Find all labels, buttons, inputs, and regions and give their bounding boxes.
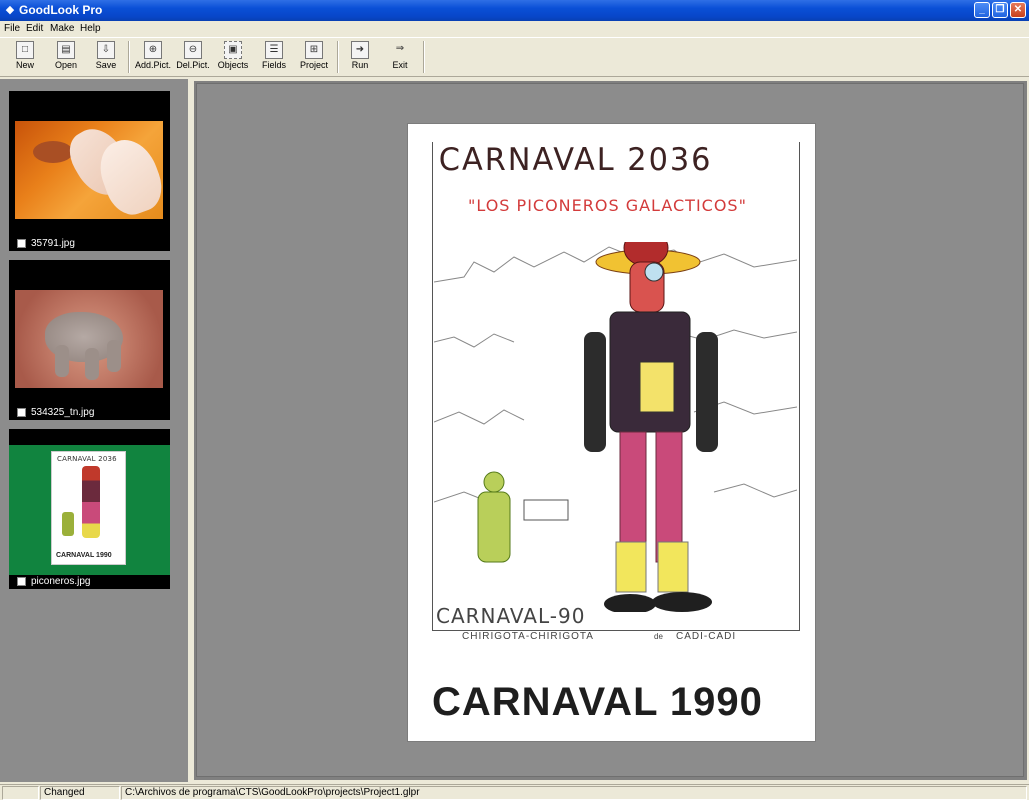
thumbnail-checkbox[interactable] [17,577,26,586]
close-button[interactable]: ✕ [1010,2,1026,18]
toolbar: □ New ▤ Open ⇩ Save ⊕ Add.Pict. ⊖ Del.Pi… [0,37,1029,77]
poster-preview[interactable]: CARNAVAL 2036 "LOS PICONEROS GALACTICOS"… [408,124,815,741]
delete-picture-icon: ⊖ [184,41,202,59]
poster-cadi: CADI-CADI [676,631,737,642]
toolbar-separator [128,41,130,73]
project-label: Project [299,60,328,70]
thumbnail-filename: 534325_tn.jpg [31,407,95,418]
exit-arrow-icon: ⇒ [395,43,405,54]
add-picture-button[interactable]: ⊕ Add.Pict. [134,40,172,74]
open-folder-icon: ▤ [57,41,75,59]
objects-icon: ▣ [224,41,242,59]
project-tree-icon: ⊞ [305,41,323,59]
thumbnail-elephant-image [15,290,163,388]
thumbnail-poster-image: CARNAVAL 2036 CARNAVAL 1990 [51,451,126,565]
fields-label: Fields [261,60,286,70]
project-button[interactable]: ⊞ Project [297,40,331,74]
objects-label: Objects [217,60,249,70]
run-label: Run [351,60,369,70]
thumbnail-filename: 35791.jpg [31,238,75,249]
poster-chirigota: CHIRIGOTA-CHIRIGOTA [462,631,594,642]
poster-heading: CARNAVAL 2036 [438,142,713,178]
add-picture-icon: ⊕ [144,41,162,59]
thumbnail-hands-image [15,119,170,222]
status-bar: Changed C:\Archivos de programa\CTS\Good… [0,784,1029,800]
menu-edit[interactable]: Edit [26,23,43,35]
mini-poster-title: CARNAVAL 2036 [57,455,117,463]
run-button[interactable]: ➜ Run [345,40,375,74]
save-button[interactable]: ⇩ Save [91,40,121,74]
status-project-path: C:\Archivos de programa\CTS\GoodLookPro\… [121,786,1027,800]
menu-bar: File Edit Make Help [0,21,1029,37]
fields-icon: ☰ [265,41,283,59]
app-diamond-icon[interactable]: ◆ [3,3,17,17]
thumbnail-item[interactable]: 35791.jpg [9,91,170,251]
fields-button[interactable]: ☰ Fields [259,40,289,74]
poster-de: de [654,632,663,641]
thumbnail-panel[interactable]: 35791.jpg 534325_tn.jpg CARNAVAL 2036 CA… [0,79,190,782]
thumbnail-item[interactable]: 534325_tn.jpg [9,260,170,420]
thumbnail-caption: piconeros.jpg [9,575,170,589]
menu-make[interactable]: Make [50,23,74,35]
poster-subheading: "LOS PICONEROS GALACTICOS" [468,196,747,215]
save-label: Save [95,60,117,70]
thumbnail-header [9,91,170,107]
poster-bottom-title: CARNAVAL 1990 [432,680,763,724]
poster-illustration [434,242,797,612]
menu-file[interactable]: File [4,23,20,35]
status-state: Changed [40,786,120,800]
title-bar: ◆ GoodLook Pro _ ❐ ✕ [0,0,1029,21]
delete-picture-button[interactable]: ⊖ Del.Pict. [175,40,211,74]
status-panel-empty [2,786,39,800]
add-picture-label: Add.Pict. [134,60,172,70]
mini-poster-footer: CARNAVAL 1990 [56,552,112,559]
objects-button[interactable]: ▣ Objects [216,40,250,74]
exit-label: Exit [392,60,408,70]
run-arrow-icon: ➜ [351,41,369,59]
thumbnail-image-box[interactable] [9,276,170,406]
thumbnail-checkbox[interactable] [17,408,26,417]
thumbnail-caption: 534325_tn.jpg [9,406,170,420]
thumbnail-filename: piconeros.jpg [31,576,91,587]
exit-button[interactable]: ⇒ Exit [385,40,415,74]
thumbnail-header [9,429,170,445]
toolbar-separator [337,41,339,73]
thumbnail-caption: 35791.jpg [9,237,170,251]
thumbnail-header [9,260,170,276]
new-label: New [15,60,34,70]
open-button[interactable]: ▤ Open [51,40,81,74]
minimize-button[interactable]: _ [974,2,990,18]
menu-help[interactable]: Help [80,23,101,35]
new-button[interactable]: □ New [10,40,40,74]
open-label: Open [54,60,78,70]
restore-button[interactable]: ❐ [992,2,1008,18]
new-document-icon: □ [16,41,34,59]
delete-picture-label: Del.Pict. [176,60,210,70]
save-download-icon: ⇩ [97,41,115,59]
poster-carnaval-90: CARNAVAL-90 [436,604,586,628]
thumbnail-checkbox[interactable] [17,239,26,248]
thumbnail-item-selected[interactable]: CARNAVAL 2036 CARNAVAL 1990 piconeros.jp… [9,429,170,589]
toolbar-separator [423,41,425,73]
thumbnail-image-box[interactable] [9,107,170,237]
thumbnail-image-box[interactable]: CARNAVAL 2036 CARNAVAL 1990 [9,445,170,575]
window-title: GoodLook Pro [19,3,103,17]
